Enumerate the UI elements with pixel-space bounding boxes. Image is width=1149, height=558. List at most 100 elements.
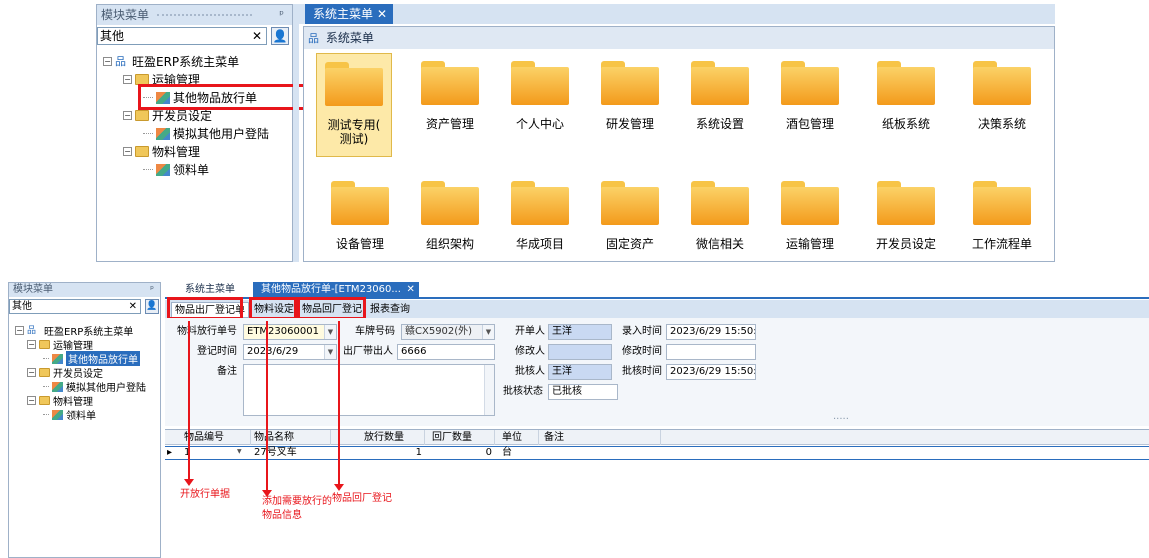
plate-field[interactable]: 赣CX5902(外) ▼ bbox=[401, 324, 495, 340]
plate-label: 车牌号码 bbox=[355, 326, 395, 337]
tree-group-material[interactable]: − 物料管理 bbox=[27, 393, 93, 408]
menu-tile[interactable]: 资产管理 bbox=[414, 61, 486, 131]
tree-item-label: 模拟其他用户登陆 bbox=[173, 127, 270, 141]
user-search-button[interactable]: 👤 bbox=[145, 299, 159, 314]
menu-tile[interactable]: 决策系统 bbox=[966, 61, 1038, 131]
app-icon bbox=[52, 381, 63, 392]
tab-other-pass[interactable]: 其他物品放行单-[ETM23060... ✕ bbox=[253, 282, 419, 297]
entry-time-field[interactable]: 2023/6/29 15:50:2 bbox=[666, 324, 756, 340]
menu-tile[interactable]: 运输管理 bbox=[774, 181, 846, 251]
tree-item-requisition[interactable]: 领料单 bbox=[43, 407, 96, 422]
search-input[interactable]: 其他 ✕ bbox=[9, 299, 141, 314]
collapse-icon[interactable]: − bbox=[123, 75, 132, 84]
user-icon: 👤 bbox=[272, 29, 288, 43]
grid-column-header[interactable]: 备注 bbox=[541, 430, 661, 445]
menu-tile[interactable]: 组织架构 bbox=[414, 181, 486, 251]
approver-field[interactable]: 王洋 bbox=[548, 364, 612, 380]
splitter[interactable] bbox=[293, 4, 299, 262]
pin-icon[interactable]: ᵖ bbox=[279, 5, 284, 25]
tree-item-other-pass[interactable]: 其他物品放行单 bbox=[43, 351, 140, 366]
tile-label: 研发管理 bbox=[605, 117, 654, 131]
menu-tile[interactable]: 研发管理 bbox=[594, 61, 666, 131]
table-row[interactable]: ▸127号叉车10台▼ bbox=[165, 446, 1149, 460]
tree-group-label: 物料管理 bbox=[152, 145, 201, 159]
close-icon[interactable]: ✕ bbox=[407, 282, 415, 297]
grid-column-header[interactable]: 物品名称 bbox=[251, 430, 331, 445]
tree-item-simulate-login[interactable]: 模拟其他用户登陆 bbox=[43, 379, 146, 394]
chevron-down-icon[interactable]: ▼ bbox=[482, 325, 494, 339]
collapse-icon[interactable]: − bbox=[27, 396, 36, 405]
highlight-subtab-3 bbox=[297, 297, 366, 320]
panel-title: 模块菜单 bbox=[101, 8, 150, 22]
chevron-down-icon[interactable]: ▼ bbox=[324, 345, 336, 359]
menu-tile[interactable]: 设备管理 bbox=[324, 181, 396, 251]
tree-group-material[interactable]: − 物料管理 bbox=[123, 143, 200, 160]
menu-tile[interactable]: 系统设置 bbox=[684, 61, 756, 131]
tree-root[interactable]: − 品旺盈ERP系统主菜单 bbox=[103, 53, 239, 70]
subtab-report[interactable]: 报表查询 bbox=[367, 302, 413, 318]
modify-time-field[interactable] bbox=[666, 344, 756, 360]
menu-tile[interactable]: 酒包管理 bbox=[774, 61, 846, 131]
modifier-field[interactable] bbox=[548, 344, 612, 360]
approver-label: 批核人 bbox=[515, 366, 545, 377]
grid-column-header[interactable]: 单位 bbox=[499, 430, 539, 445]
collapse-icon[interactable]: − bbox=[123, 111, 132, 120]
clear-icon[interactable]: ✕ bbox=[252, 28, 262, 44]
tree-group-transport[interactable]: − 运输管理 bbox=[27, 337, 93, 352]
close-icon[interactable]: ✕ bbox=[377, 4, 387, 24]
clear-icon[interactable]: ✕ bbox=[129, 300, 137, 313]
menu-tile[interactable]: 工作流程单 bbox=[966, 181, 1038, 251]
tab-system-menu[interactable]: 系统主菜单 ✕ bbox=[305, 4, 394, 24]
menu-tile[interactable]: 纸板系统 bbox=[870, 61, 942, 131]
grid-column-header[interactable]: 放行数量 bbox=[361, 430, 425, 445]
tree-item-requisition[interactable]: 领料单 bbox=[143, 161, 209, 178]
menu-tile[interactable]: 微信相关 bbox=[684, 181, 756, 251]
collapse-icon[interactable]: − bbox=[103, 57, 112, 66]
pin-icon[interactable]: ᵖ bbox=[150, 283, 154, 297]
table-cell[interactable]: 27号叉车 bbox=[251, 447, 331, 459]
approve-status-field[interactable]: 已批核 bbox=[548, 384, 618, 400]
out-person-value: 6666 bbox=[401, 346, 427, 357]
pass-no-field[interactable]: ETM23060001 ▼ bbox=[243, 324, 337, 340]
table-cell[interactable]: 0 bbox=[429, 447, 495, 459]
tree-item-simulate-login[interactable]: 模拟其他用户登陆 bbox=[143, 125, 269, 142]
collapse-icon[interactable]: − bbox=[123, 147, 132, 156]
tree-root[interactable]: − 品旺盈ERP系统主菜单 bbox=[15, 323, 133, 338]
grid-body: ▸127号叉车10台▼ bbox=[165, 446, 1149, 460]
grid-column-header[interactable]: 回厂数量 bbox=[429, 430, 495, 445]
tree-group-dev[interactable]: − 开发员设定 bbox=[27, 365, 103, 380]
table-cell[interactable]: 1 bbox=[361, 447, 425, 459]
folder-icon bbox=[39, 368, 50, 377]
opener-value: 王洋 bbox=[552, 326, 572, 337]
subtab-label: 报表查询 bbox=[370, 304, 410, 315]
collapse-icon[interactable]: − bbox=[27, 340, 36, 349]
grid-column-header[interactable]: 物品编号 bbox=[181, 430, 251, 445]
folder-icon bbox=[973, 61, 1031, 105]
menu-tile[interactable]: 开发员设定 bbox=[870, 181, 942, 251]
folder-icon bbox=[135, 110, 149, 121]
collapse-icon[interactable]: − bbox=[15, 326, 24, 335]
approve-time-field[interactable]: 2023/6/29 15:50:2 bbox=[666, 364, 756, 380]
search-input[interactable]: 其他 ✕ bbox=[97, 27, 267, 45]
reg-time-field[interactable]: 2023/6/29 ▼ bbox=[243, 344, 337, 360]
user-search-button[interactable]: 👤 bbox=[271, 27, 289, 45]
chevron-down-icon[interactable]: ▼ bbox=[237, 448, 242, 455]
item-grid: 物品编号物品名称放行数量回厂数量单位备注 ▸127号叉车10台▼ bbox=[165, 429, 1149, 558]
tab-system-menu[interactable]: 系统主菜单 bbox=[177, 282, 243, 297]
menu-tile[interactable]: 华成项目 bbox=[504, 181, 576, 251]
tree-group-label: 开发员设定 bbox=[53, 369, 103, 380]
table-cell[interactable] bbox=[541, 447, 661, 459]
note-field[interactable] bbox=[243, 364, 495, 416]
menu-tile[interactable]: 个人中心 bbox=[504, 61, 576, 131]
table-cell[interactable]: 台 bbox=[499, 447, 539, 459]
chevron-down-icon[interactable]: ▼ bbox=[324, 325, 336, 339]
collapse-icon[interactable]: − bbox=[27, 368, 36, 377]
scrollbar[interactable] bbox=[484, 365, 494, 415]
menu-tile[interactable]: 测试专用( 测试) bbox=[316, 53, 392, 157]
tree-item-label: 其他物品放行单 bbox=[66, 351, 140, 366]
menu-tile[interactable]: 固定资产 bbox=[594, 181, 666, 251]
resize-dots[interactable]: ..... bbox=[833, 409, 849, 425]
out-person-field[interactable]: 6666 bbox=[397, 344, 495, 360]
out-person-label: 出厂带出人 bbox=[343, 346, 393, 357]
opener-field[interactable]: 王洋 bbox=[548, 324, 612, 340]
